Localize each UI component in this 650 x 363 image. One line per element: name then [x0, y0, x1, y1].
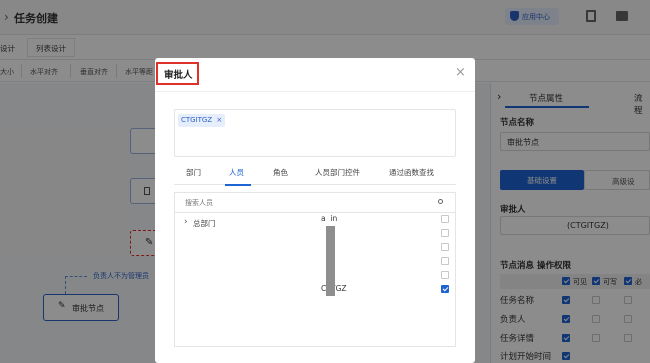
search-icon[interactable] [438, 199, 443, 204]
person-checkbox[interactable] [441, 271, 449, 279]
remove-tag-icon[interactable]: × [216, 116, 222, 124]
active-tab-underline [225, 184, 251, 186]
selected-tag-label: CTGITGZ [181, 116, 213, 124]
tab-department[interactable]: 部门 [186, 167, 201, 178]
tab-role[interactable]: 角色 [273, 167, 288, 178]
expand-chevron-icon[interactable]: › [184, 217, 188, 227]
approver-dialog: 审批人 × CTGITGZ × 部门 人员 角色 人员部门控件 通过函数查找 搜… [155, 58, 475, 363]
selected-tag[interactable]: CTGITGZ × [178, 114, 226, 127]
person-name: a in [321, 214, 338, 223]
close-icon[interactable]: × [455, 65, 466, 80]
person-checkbox[interactable] [441, 215, 449, 223]
search-divider [174, 212, 456, 213]
dialog-header-divider [155, 91, 475, 92]
person-checkbox[interactable] [441, 229, 449, 237]
tab-function-lookup[interactable]: 通过函数查找 [389, 167, 434, 178]
dialog-title: 审批人 [164, 70, 193, 81]
tree-root-department[interactable]: 总部门 [193, 218, 216, 229]
redaction-block [326, 226, 335, 296]
people-selector [174, 192, 456, 347]
person-checkbox[interactable] [441, 285, 449, 293]
search-input[interactable]: 搜索人员 [185, 198, 213, 208]
person-checkbox[interactable] [441, 243, 449, 251]
tab-person-dept-control[interactable]: 人员部门控件 [315, 167, 360, 178]
tab-people[interactable]: 人员 [229, 167, 244, 178]
person-checkbox[interactable] [441, 257, 449, 265]
